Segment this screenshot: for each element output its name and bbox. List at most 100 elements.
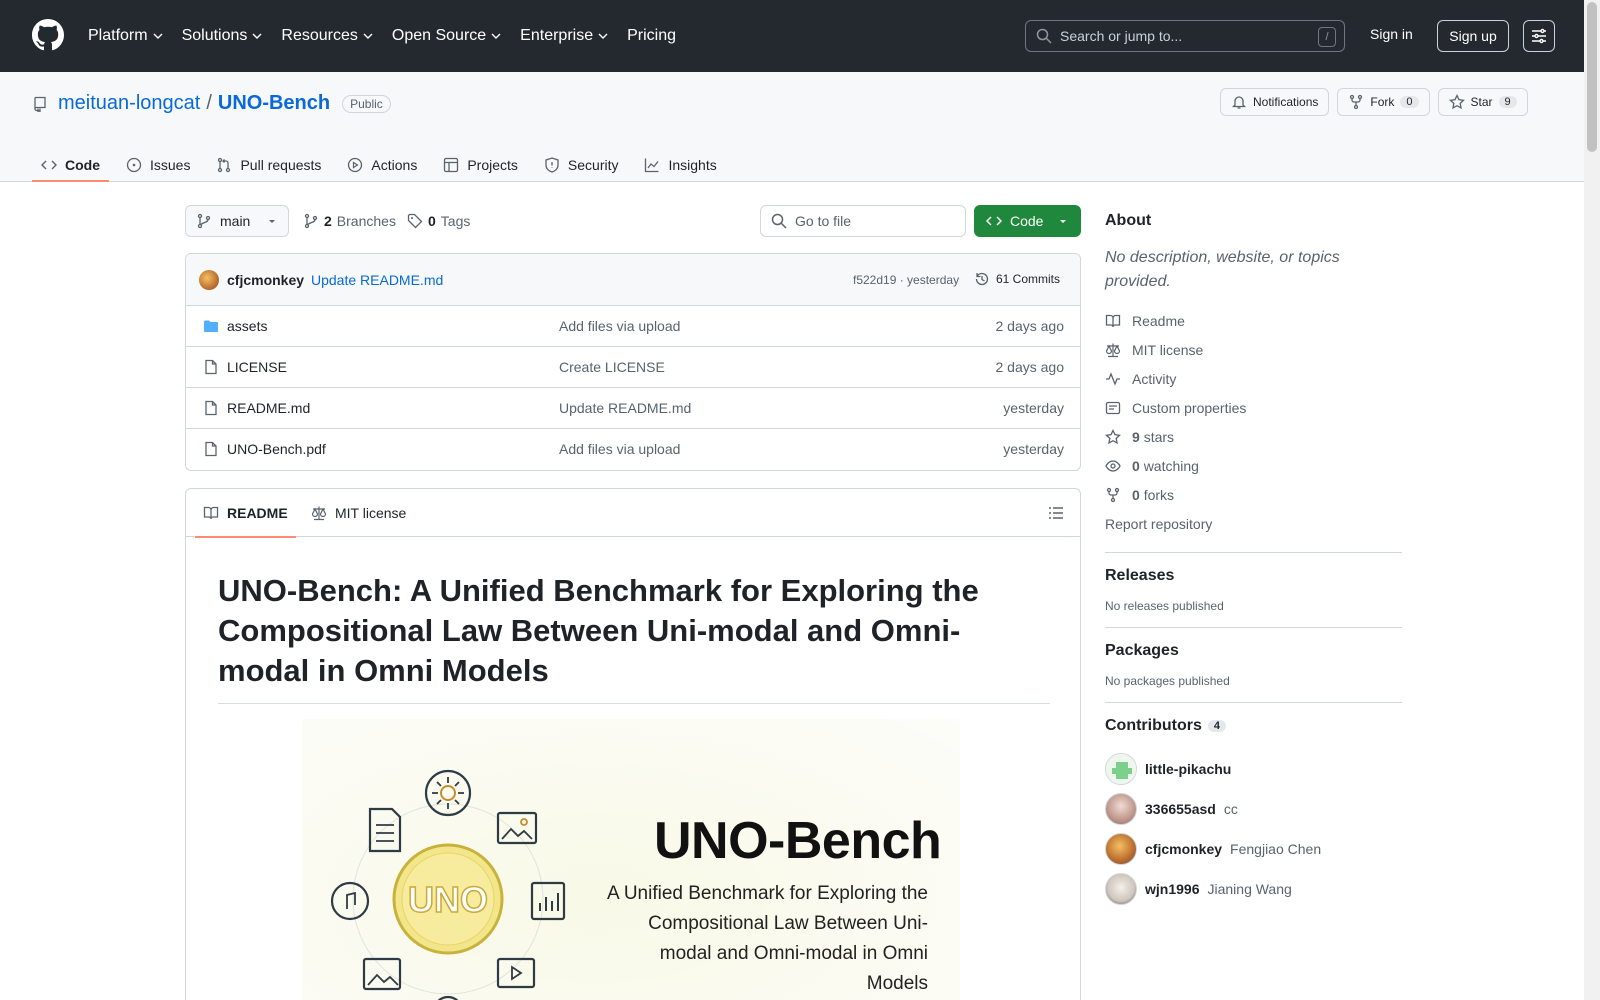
tab-license[interactable]: MIT license <box>311 489 406 537</box>
avatar[interactable] <box>1105 833 1137 865</box>
fork-button[interactable]: Fork 0 <box>1337 88 1430 116</box>
tags-label: Tags <box>440 213 471 229</box>
avatar[interactable] <box>1105 793 1137 825</box>
avatar[interactable] <box>1105 873 1137 905</box>
repo-name-link[interactable]: UNO-Bench <box>218 92 330 115</box>
go-to-file-input[interactable]: Go to file <box>760 205 966 237</box>
forks-label: forks <box>1143 486 1175 503</box>
nav-pricing[interactable]: Pricing <box>627 27 676 45</box>
nav-open-source[interactable]: Open Source <box>392 27 502 45</box>
report-repository-link[interactable]: Report repository <box>1105 509 1402 538</box>
report-label: Report repository <box>1105 515 1213 532</box>
tab-insights[interactable]: Insights <box>635 144 725 182</box>
file-name-link[interactable]: assets <box>227 318 267 334</box>
github-logo-icon[interactable] <box>32 19 64 51</box>
issue-icon <box>126 157 142 173</box>
list-item[interactable]: 336655asd cc <box>1105 789 1402 829</box>
readme-tabs: README MIT license <box>186 489 1080 538</box>
table-row[interactable]: assets Add files via upload 2 days ago <box>186 306 1080 347</box>
tab-readme[interactable]: README <box>195 489 296 538</box>
readme-title: UNO-Bench: A Unified Benchmark for Explo… <box>218 571 1050 704</box>
tab-pull-requests[interactable]: Pull requests <box>207 144 330 182</box>
star-button[interactable]: Star 9 <box>1437 88 1528 116</box>
list-item[interactable]: wjn1996 Jianing Wang <box>1105 869 1402 909</box>
repo-icon <box>34 96 46 112</box>
folder-icon <box>204 320 218 332</box>
commits-count-label: 61 Commits <box>996 272 1061 286</box>
forks-link[interactable]: 0 forks <box>1105 480 1402 509</box>
repo-owner-link[interactable]: meituan-longcat <box>58 92 200 115</box>
nav-enterprise[interactable]: Enterprise <box>520 27 609 45</box>
book-icon <box>1105 314 1121 327</box>
branches-link[interactable]: 2 Branches <box>303 213 396 229</box>
repo-main-content: main 2 Branches 0 Tags Go to file Code c… <box>185 205 1081 1000</box>
nav-label: Enterprise <box>520 27 594 44</box>
tab-label: Projects <box>467 157 518 173</box>
tab-actions[interactable]: Actions <box>338 144 426 182</box>
avatar[interactable] <box>1105 753 1137 785</box>
nav-resources[interactable]: Resources <box>281 27 373 45</box>
tab-issues[interactable]: Issues <box>117 144 199 182</box>
file-commit-message[interactable]: Update README.md <box>559 400 691 416</box>
file-commit-message[interactable]: Create LICENSE <box>559 359 665 375</box>
divider <box>1105 702 1402 703</box>
list-item[interactable]: cfjcmonkey Fengjiao Chen <box>1105 829 1402 869</box>
commit-message-link[interactable]: Update README.md <box>311 272 443 288</box>
commits-history-link[interactable]: 61 Commits <box>974 271 1060 287</box>
contributor-name: Fengjiao Chen <box>1230 841 1322 857</box>
contributors-heading[interactable]: Contributors 4 <box>1105 717 1402 735</box>
star-icon <box>1105 428 1121 444</box>
contributor-login[interactable]: wjn1996 <box>1145 881 1199 897</box>
tab-code[interactable]: Code <box>32 144 109 182</box>
activity-link[interactable]: Activity <box>1105 364 1402 393</box>
settings-menu-button[interactable] <box>1523 20 1555 52</box>
tab-security[interactable]: Security <box>535 144 628 182</box>
file-browser: cfjcmonkey Update README.md f522d19 · ye… <box>185 253 1081 471</box>
packages-heading[interactable]: Packages <box>1105 642 1402 660</box>
watching-link[interactable]: 0 watching <box>1105 451 1402 480</box>
commit-hash-time[interactable]: f522d19 · yesterday <box>853 273 959 287</box>
file-commit-message[interactable]: Add files via upload <box>559 441 680 457</box>
file-name-link[interactable]: UNO-Bench.pdf <box>227 441 326 457</box>
custom-properties-link[interactable]: Custom properties <box>1105 393 1402 422</box>
contributor-login[interactable]: 336655asd <box>1145 801 1216 817</box>
license-link[interactable]: MIT license <box>1105 335 1402 364</box>
readme-link-label: Readme <box>1132 312 1185 329</box>
sign-up-button[interactable]: Sign up <box>1437 20 1509 52</box>
file-name-link[interactable]: README.md <box>227 400 310 416</box>
contributor-login[interactable]: cfjcmonkey <box>1145 841 1222 857</box>
nav-solutions[interactable]: Solutions <box>182 27 264 45</box>
readme-link[interactable]: Readme <box>1105 306 1402 335</box>
branch-name: main <box>220 213 251 229</box>
releases-heading[interactable]: Releases <box>1105 567 1402 585</box>
tab-projects[interactable]: Projects <box>434 144 527 182</box>
packages-heading-label: Packages <box>1105 642 1179 659</box>
notifications-button[interactable]: Notifications <box>1220 88 1330 116</box>
nav-label: Open Source <box>391 27 487 44</box>
branch-selector[interactable]: main <box>185 205 289 237</box>
file-icon <box>205 441 217 457</box>
list-icon[interactable] <box>1048 505 1064 521</box>
code-dropdown-button[interactable]: Code <box>974 205 1081 237</box>
contributor-login[interactable]: little-pikachu <box>1145 761 1231 777</box>
page-scrollbar[interactable] <box>1584 0 1600 1000</box>
table-row[interactable]: UNO-Bench.pdf Add files via upload yeste… <box>186 429 1080 470</box>
global-header: Platform Solutions Resources Open Source… <box>0 0 1584 72</box>
search-input[interactable]: Search or jump to... / <box>1025 20 1345 52</box>
commit-author-link[interactable]: cfjcmonkey <box>227 272 304 288</box>
file-commit-message[interactable]: Add files via upload <box>559 318 680 334</box>
table-row[interactable]: README.md Update README.md yesterday <box>186 388 1080 429</box>
nav-platform[interactable]: Platform <box>88 27 164 45</box>
branch-icon <box>197 213 211 229</box>
scrollbar-thumb[interactable] <box>1587 2 1597 152</box>
file-name-link[interactable]: LICENSE <box>227 359 287 375</box>
tab-label: Code <box>65 157 100 173</box>
stars-link[interactable]: 9 stars <box>1105 422 1402 451</box>
table-row[interactable]: LICENSE Create LICENSE 2 days ago <box>186 347 1080 388</box>
modalities-wheel-icon: UNO <box>330 769 566 1000</box>
list-item[interactable]: little-pikachu <box>1105 749 1402 789</box>
sign-in-link[interactable]: Sign in <box>1370 26 1413 42</box>
hero-subtitle: A Unified Benchmark for Exploring the Co… <box>606 883 928 994</box>
avatar[interactable] <box>199 270 219 290</box>
tags-link[interactable]: 0 Tags <box>407 213 470 229</box>
